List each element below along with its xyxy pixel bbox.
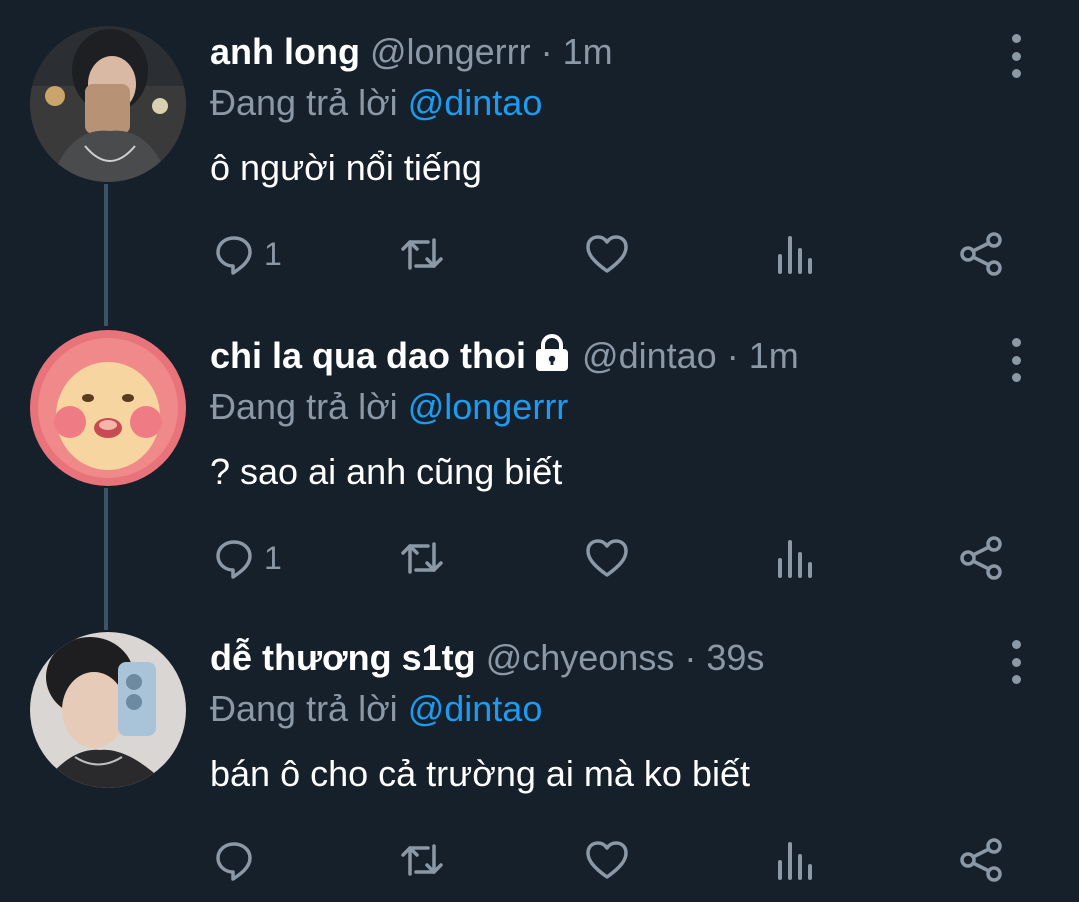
- tweet[interactable]: dễ thương s1tg @chyeonss · 39s Đang trả …: [0, 632, 1079, 902]
- replying-prefix: Đang trả lời: [210, 386, 398, 427]
- reply-button[interactable]: 1: [210, 226, 282, 282]
- tweet-header: chi la qua dao thoi @dintao · 1m: [210, 334, 799, 378]
- like-icon: [586, 841, 628, 879]
- tweet-actions: 1: [0, 530, 1079, 590]
- retweet-icon: [401, 844, 443, 876]
- display-name[interactable]: chi la qua dao thoi: [210, 335, 526, 376]
- reply-count: 1: [264, 235, 282, 272]
- like-button[interactable]: [583, 530, 631, 586]
- reply-icon: [216, 236, 252, 275]
- more-options-icon[interactable]: [1002, 34, 1030, 78]
- retweet-button[interactable]: [398, 832, 446, 888]
- views-icon: [778, 540, 812, 578]
- tweet-text: ô người nổi tiếng: [210, 147, 482, 188]
- tweet-text: bán ô cho cả trường ai mà ko biết: [210, 753, 750, 794]
- retweet-button[interactable]: [398, 530, 446, 586]
- replying-prefix: Đang trả lời: [210, 688, 398, 729]
- timestamp[interactable]: 39s: [706, 637, 764, 678]
- reply-icon: [216, 842, 252, 881]
- views-icon: [778, 842, 812, 880]
- replying-to: Đang trả lời @longerrr: [210, 385, 568, 429]
- tweet[interactable]: chi la qua dao thoi @dintao · 1m Đang tr…: [0, 330, 1079, 614]
- share-icon: [960, 536, 1002, 580]
- avatar-photo: [30, 632, 186, 788]
- like-icon: [586, 235, 628, 273]
- tweet-header: anh long @longerrr · 1m: [210, 30, 613, 74]
- avatar[interactable]: [30, 632, 186, 788]
- avatar-photo: [30, 26, 186, 182]
- views-icon: [778, 236, 812, 274]
- display-name[interactable]: dễ thương s1tg: [210, 637, 476, 678]
- views-button[interactable]: [772, 832, 820, 888]
- reply-icon: [216, 540, 252, 579]
- separator-dot: ·: [540, 31, 553, 72]
- share-button[interactable]: [958, 226, 1006, 282]
- avatar-peach-character: [30, 330, 186, 486]
- user-handle[interactable]: @chyeonss: [486, 637, 675, 678]
- more-options-icon[interactable]: [1002, 338, 1030, 382]
- user-handle[interactable]: @dintao: [582, 335, 717, 376]
- retweet-icon: [401, 542, 443, 574]
- replying-to: Đang trả lời @dintao: [210, 687, 542, 731]
- share-icon: [960, 838, 1002, 882]
- reply-button[interactable]: [210, 832, 264, 888]
- tweet-actions: [0, 832, 1079, 892]
- tweet-text: ? sao ai anh cũng biết: [210, 451, 563, 492]
- views-button[interactable]: [772, 530, 820, 586]
- share-button[interactable]: [958, 832, 1006, 888]
- like-button[interactable]: [583, 832, 631, 888]
- like-button[interactable]: [583, 226, 631, 282]
- like-icon: [586, 539, 628, 577]
- mention-link[interactable]: @dintao: [408, 688, 543, 729]
- lock-icon: [532, 334, 572, 374]
- avatar[interactable]: [30, 330, 186, 486]
- replying-prefix: Đang trả lời: [210, 82, 398, 123]
- user-handle[interactable]: @longerrr: [370, 31, 531, 72]
- replying-to: Đang trả lời @dintao: [210, 81, 542, 125]
- reply-count: 1: [264, 539, 282, 576]
- tweet-actions: 1: [0, 226, 1079, 286]
- share-icon: [960, 232, 1002, 276]
- timestamp[interactable]: 1m: [563, 31, 613, 72]
- retweet-button[interactable]: [398, 226, 446, 282]
- tweet[interactable]: anh long @longerrr · 1m Đang trả lời @di…: [0, 26, 1079, 310]
- timestamp[interactable]: 1m: [749, 335, 799, 376]
- separator-dot: ·: [726, 335, 739, 376]
- views-button[interactable]: [772, 226, 820, 282]
- retweet-icon: [401, 238, 443, 270]
- display-name[interactable]: anh long: [210, 31, 360, 72]
- reply-button[interactable]: 1: [210, 530, 282, 586]
- avatar[interactable]: [30, 26, 186, 182]
- mention-link[interactable]: @longerrr: [408, 386, 569, 427]
- separator-dot: ·: [684, 637, 697, 678]
- more-options-icon[interactable]: [1002, 640, 1030, 684]
- share-button[interactable]: [958, 530, 1006, 586]
- mention-link[interactable]: @dintao: [408, 82, 543, 123]
- tweet-header: dễ thương s1tg @chyeonss · 39s: [210, 636, 764, 680]
